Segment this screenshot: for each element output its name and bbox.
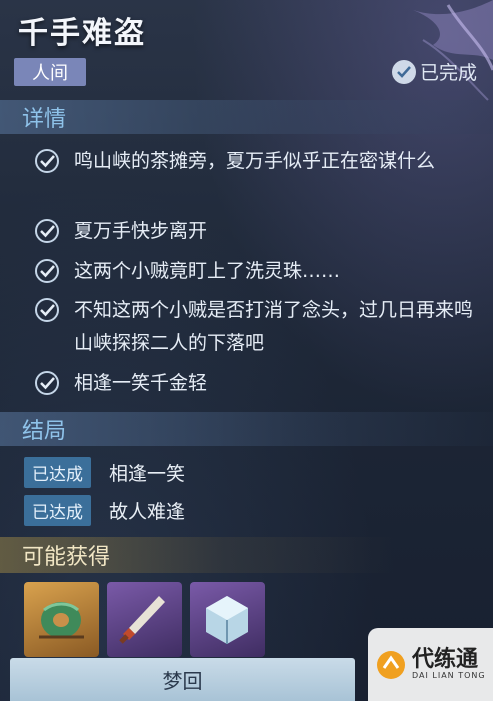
reward-item[interactable]	[107, 582, 182, 657]
watermark-name: 代练通	[412, 647, 479, 672]
flower-ornament-icon	[413, 0, 493, 101]
check-circle-icon	[35, 298, 59, 322]
reward-item[interactable]	[190, 582, 265, 657]
ending-row: 已达成 相逢一笑	[24, 457, 185, 488]
achieved-badge: 已达成	[24, 495, 91, 526]
crystal-cube-icon	[206, 596, 248, 644]
details-header: 详情	[0, 100, 493, 134]
detail-item: 这两个小贼竟盯上了洗灵珠……	[34, 255, 484, 288]
dream-return-button[interactable]: 梦回	[10, 658, 355, 701]
detail-text: 相逢一笑千金轻	[74, 372, 208, 394]
jade-pendant-icon	[39, 602, 84, 639]
daliantong-logo-icon	[377, 650, 405, 679]
endings-heading: 结局	[22, 419, 67, 444]
check-circle-icon	[35, 371, 59, 395]
endings-header: 结局	[0, 412, 493, 446]
check-circle-icon	[35, 259, 59, 283]
watermark: 代练通 DAI LIAN TONG	[368, 628, 493, 701]
detail-text: 这两个小贼竟盯上了洗灵珠……	[74, 260, 341, 282]
check-icon	[391, 59, 416, 84]
completed-label: 已完成	[419, 62, 477, 84]
ending-row: 已达成 故人难逢	[24, 495, 185, 526]
ending-name: 相逢一笑	[109, 463, 186, 485]
quest-title: 千手难盗	[18, 16, 146, 51]
detail-item: 不知这两个小贼是否打消了念头，过几日再来鸣山峡探探二人的下落吧	[34, 294, 484, 360]
details-heading: 详情	[22, 107, 67, 132]
ending-name: 故人难逢	[109, 501, 186, 523]
detail-item: 相逢一笑千金轻	[34, 367, 484, 400]
detail-item: 夏万手快步离开	[34, 215, 484, 248]
detail-item: 鸣山峡的茶摊旁，夏万手似乎正在密谋什么	[34, 145, 484, 178]
rewards-header: 可能获得	[0, 537, 493, 573]
detail-text: 夏万手快步离开	[74, 220, 208, 242]
check-circle-icon	[35, 219, 59, 243]
watermark-sub: DAI LIAN TONG	[412, 671, 486, 680]
check-circle-icon	[35, 149, 59, 173]
reward-item[interactable]	[24, 582, 99, 657]
achieved-badge: 已达成	[24, 457, 91, 488]
dagger-icon	[119, 596, 165, 644]
detail-text: 鸣山峡的茶摊旁，夏万手似乎正在密谋什么	[74, 150, 436, 172]
detail-text: 不知这两个小贼是否打消了念头，过几日再来鸣山峡探探二人的下落吧	[74, 299, 474, 354]
completed-status: 已完成	[391, 58, 477, 85]
rewards-heading: 可能获得	[22, 545, 111, 570]
realm-tag: 人间	[14, 58, 86, 86]
